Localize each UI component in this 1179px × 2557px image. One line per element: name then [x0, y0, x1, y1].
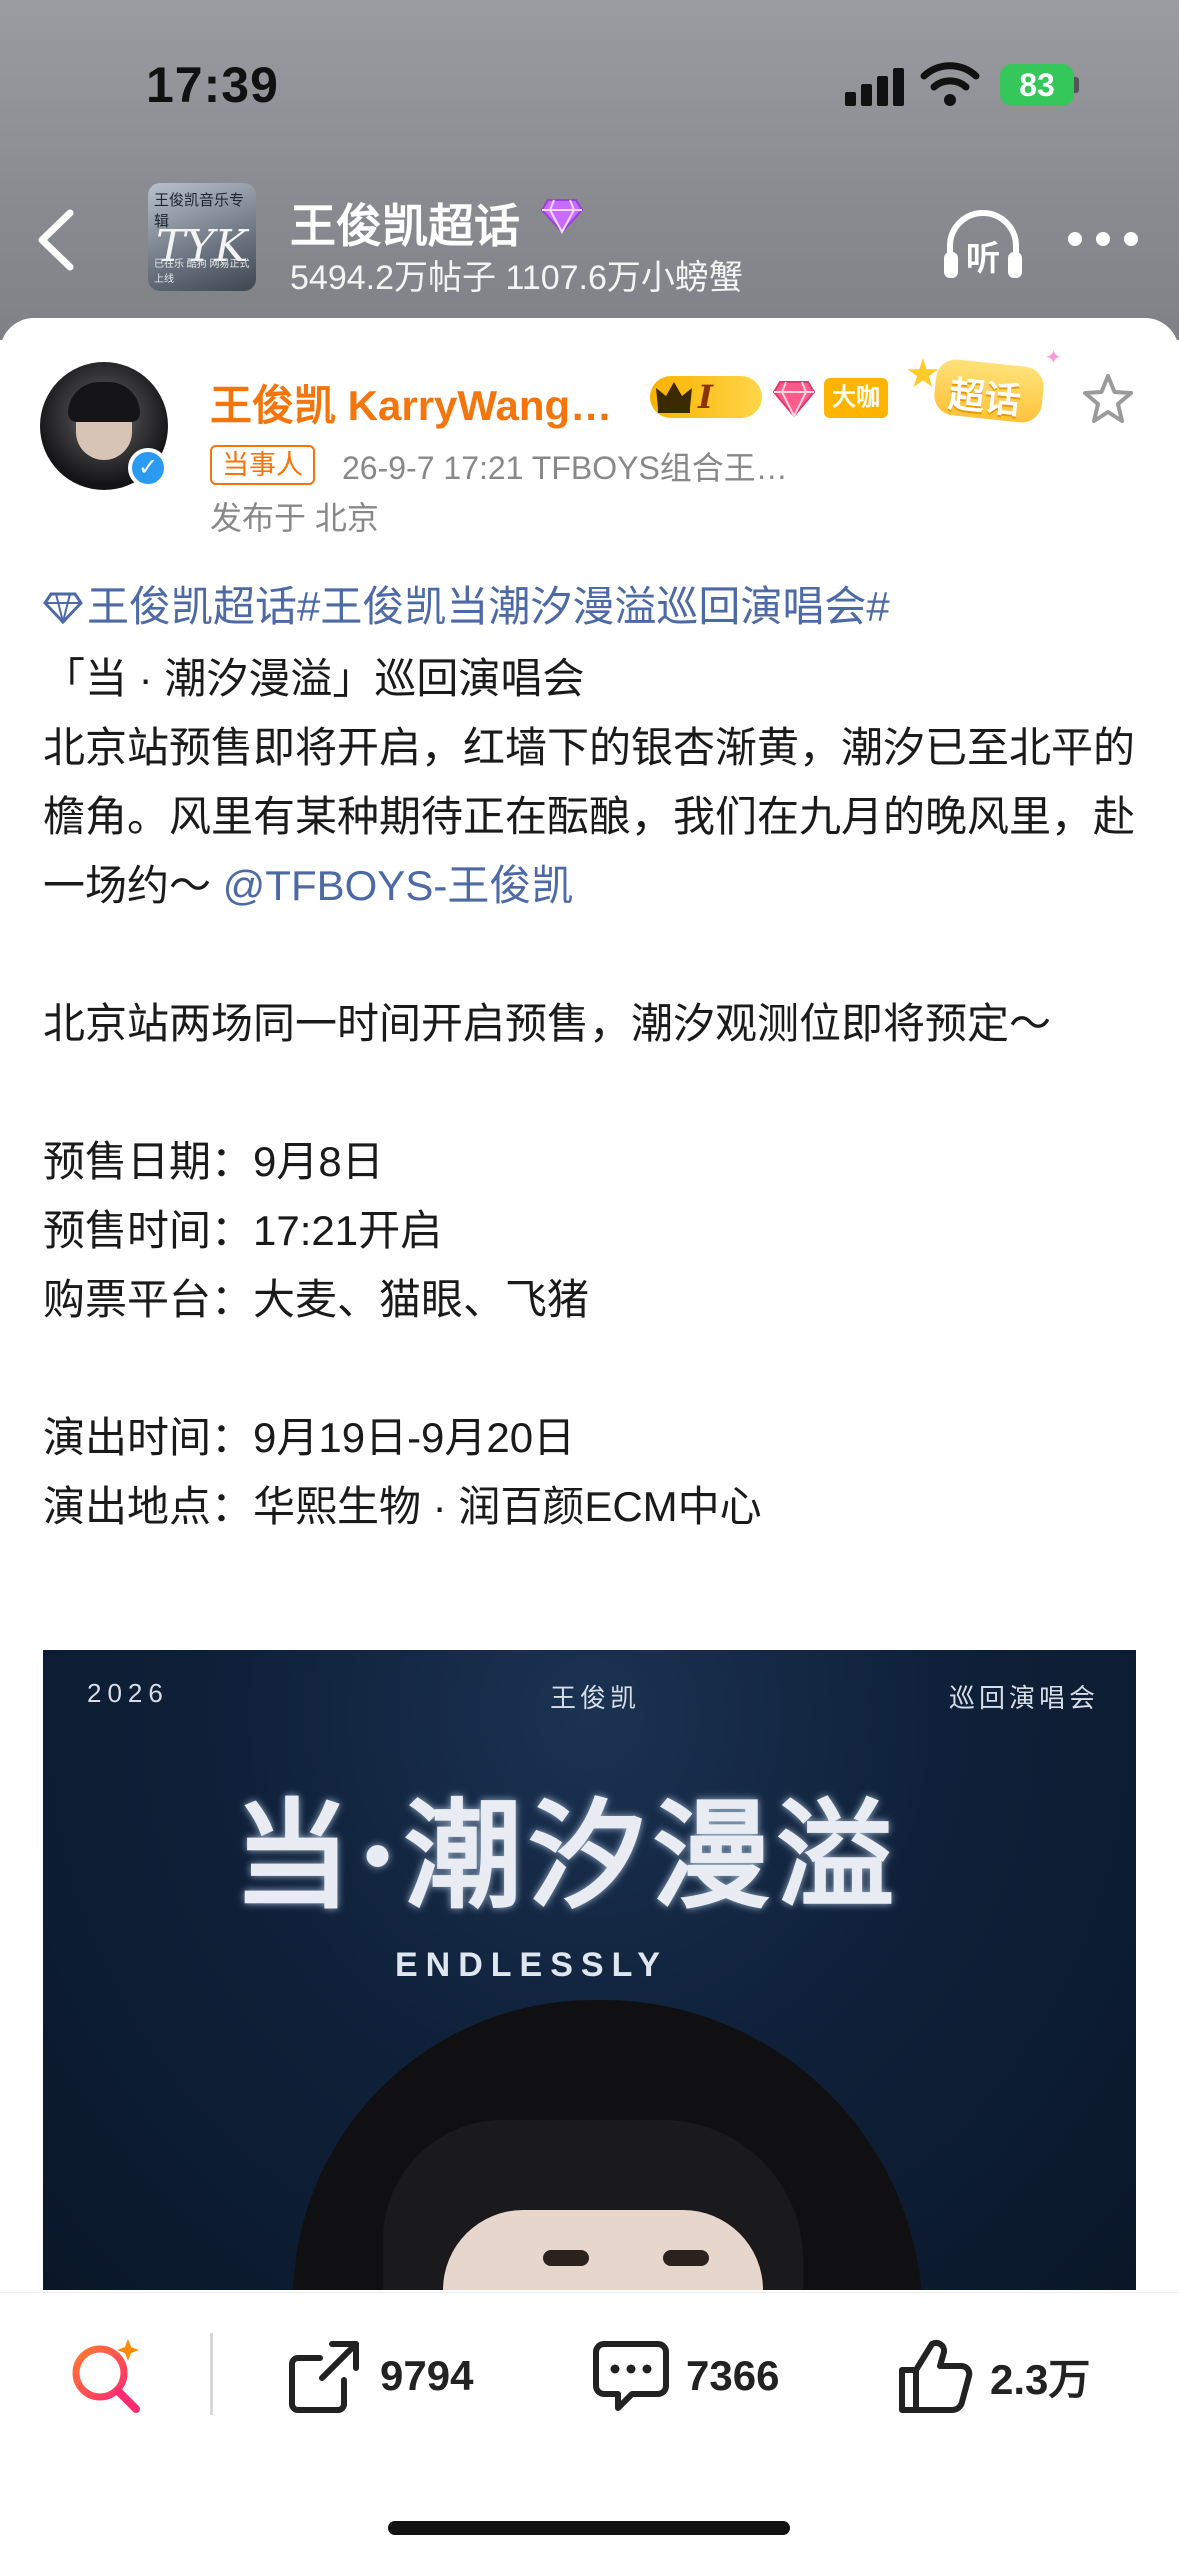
hashtag-line: 王俊凯超话#王俊凯当潮汐漫溢巡回演唱会# — [43, 572, 1143, 644]
supertopic-badge[interactable]: ★ 超话 ✦ — [905, 345, 1065, 435]
post-paragraph-1: 北京站预售即将开启，红墙下的银杏渐黄，潮汐已至北平的檐角。风里有某种期待正在酝酿… — [43, 713, 1143, 920]
post-paragraph-2: 北京站两场同一时间开启预售，潮汐观测位即将预定～ — [43, 1000, 1052, 1048]
sparkle-icon: ✦ — [1045, 347, 1062, 369]
show-venue: 演出地点：华熙生物 · 润百颜ECM中心 — [43, 1483, 762, 1531]
diamond-badge-icon[interactable] — [772, 378, 816, 423]
like-button[interactable]: 2.3万 — [896, 2333, 1090, 2419]
topic-stats: 5494.2万帖子 1107.6万小螃蟹 — [290, 259, 743, 297]
like-count: 2.3万 — [990, 2355, 1091, 2403]
crown-level: I — [698, 378, 713, 416]
diamond-icon — [540, 198, 584, 239]
show-time: 演出时间：9月19日-9月20日 — [43, 1414, 576, 1462]
mention-link[interactable]: @TFBOYS-王俊凯 — [223, 862, 574, 909]
post-body: 王俊凯超话#王俊凯当潮汐漫溢巡回演唱会# 「当 · 潮汐漫溢」巡回演唱会 北京站… — [43, 572, 1143, 1541]
role-tag: 当事人 — [210, 445, 315, 485]
topic-diamond-icon — [43, 575, 83, 644]
thumbs-up-icon — [899, 2339, 973, 2413]
status-time: 17:39 — [146, 57, 279, 113]
comment-icon — [593, 2341, 669, 2411]
favorite-star-icon[interactable] — [1080, 372, 1136, 431]
wifi-icon — [920, 60, 980, 113]
poster-title: 当·潮汐漫溢 — [233, 1786, 901, 1925]
share-button[interactable]: 9794 — [286, 2333, 473, 2419]
battery-tip — [1074, 77, 1079, 93]
poster-tour: 巡回演唱会 — [949, 1683, 1100, 1713]
post-meta: 26-9-7 17:21 TFBOYS组合王… — [342, 450, 788, 486]
presale-time: 预售时间：17:21开启 — [43, 1207, 443, 1255]
back-button[interactable] — [28, 205, 88, 275]
divider — [210, 2333, 213, 2415]
poster-year: 2026 — [87, 1678, 169, 1708]
paragraph-1-text: 北京站预售即将开启，红墙下的银杏渐黄，潮汐已至北平的檐角。风里有某种期待正在酝酿… — [43, 724, 1136, 910]
post-title-line: 「当 · 潮汐漫溢」巡回演唱会 — [43, 655, 585, 703]
listen-button[interactable]: 听 — [940, 208, 1026, 287]
bottom-action-bar: 9794 7366 2.3万 — [0, 2292, 1179, 2557]
cellular-signal-icon — [845, 68, 907, 106]
presale-date: 预售日期：9月8日 — [43, 1138, 384, 1186]
poster-figure-eye — [543, 2250, 589, 2266]
supertopic-badge-label: 超话 — [946, 373, 1023, 422]
hashtag-link[interactable]: 王俊凯超话#王俊凯当潮汐漫溢巡回演唱会# — [87, 583, 890, 630]
ticket-platform: 购票平台：大麦、猫眼、飞猪 — [43, 1276, 590, 1324]
home-indicator[interactable] — [388, 2521, 790, 2535]
share-count: 9794 — [380, 2352, 474, 2399]
vip-badge[interactable]: 大咖 — [824, 378, 888, 418]
comment-button[interactable]: 7366 — [592, 2333, 779, 2419]
listen-label: 听 — [966, 239, 1000, 279]
post-location: 发布于 北京 — [210, 500, 379, 536]
author-name[interactable]: 王俊凯 KarryWang… — [210, 372, 612, 433]
crown-level-badge[interactable]: I — [650, 376, 762, 418]
battery-icon: 83 — [1000, 64, 1074, 106]
share-icon — [289, 2341, 359, 2413]
concert-poster-image[interactable]: 2026 王俊凯 巡回演唱会 当·潮汐漫溢 ENDLESSLY — [43, 1650, 1136, 2290]
topic-title[interactable]: 王俊凯超话 — [290, 190, 520, 256]
poster-artist: 王俊凯 — [550, 1683, 641, 1713]
topic-thumbnail[interactable]: 王俊凯音乐专辑 TYK 已在乐 酷狗 网易正式上线 — [148, 183, 256, 291]
poster-subtitle: ENDLESSLY — [395, 1946, 668, 1984]
search-icon[interactable] — [66, 2335, 150, 2424]
more-options-icon[interactable] — [1068, 232, 1138, 248]
thumb-text-bottom: 已在乐 酷狗 网易正式上线 — [154, 259, 250, 285]
verified-icon: ✓ — [128, 448, 168, 488]
comment-count: 7366 — [686, 2352, 780, 2399]
crown-icon — [656, 382, 692, 413]
poster-figure-face — [443, 2210, 763, 2290]
poster-figure-eye — [663, 2250, 709, 2266]
